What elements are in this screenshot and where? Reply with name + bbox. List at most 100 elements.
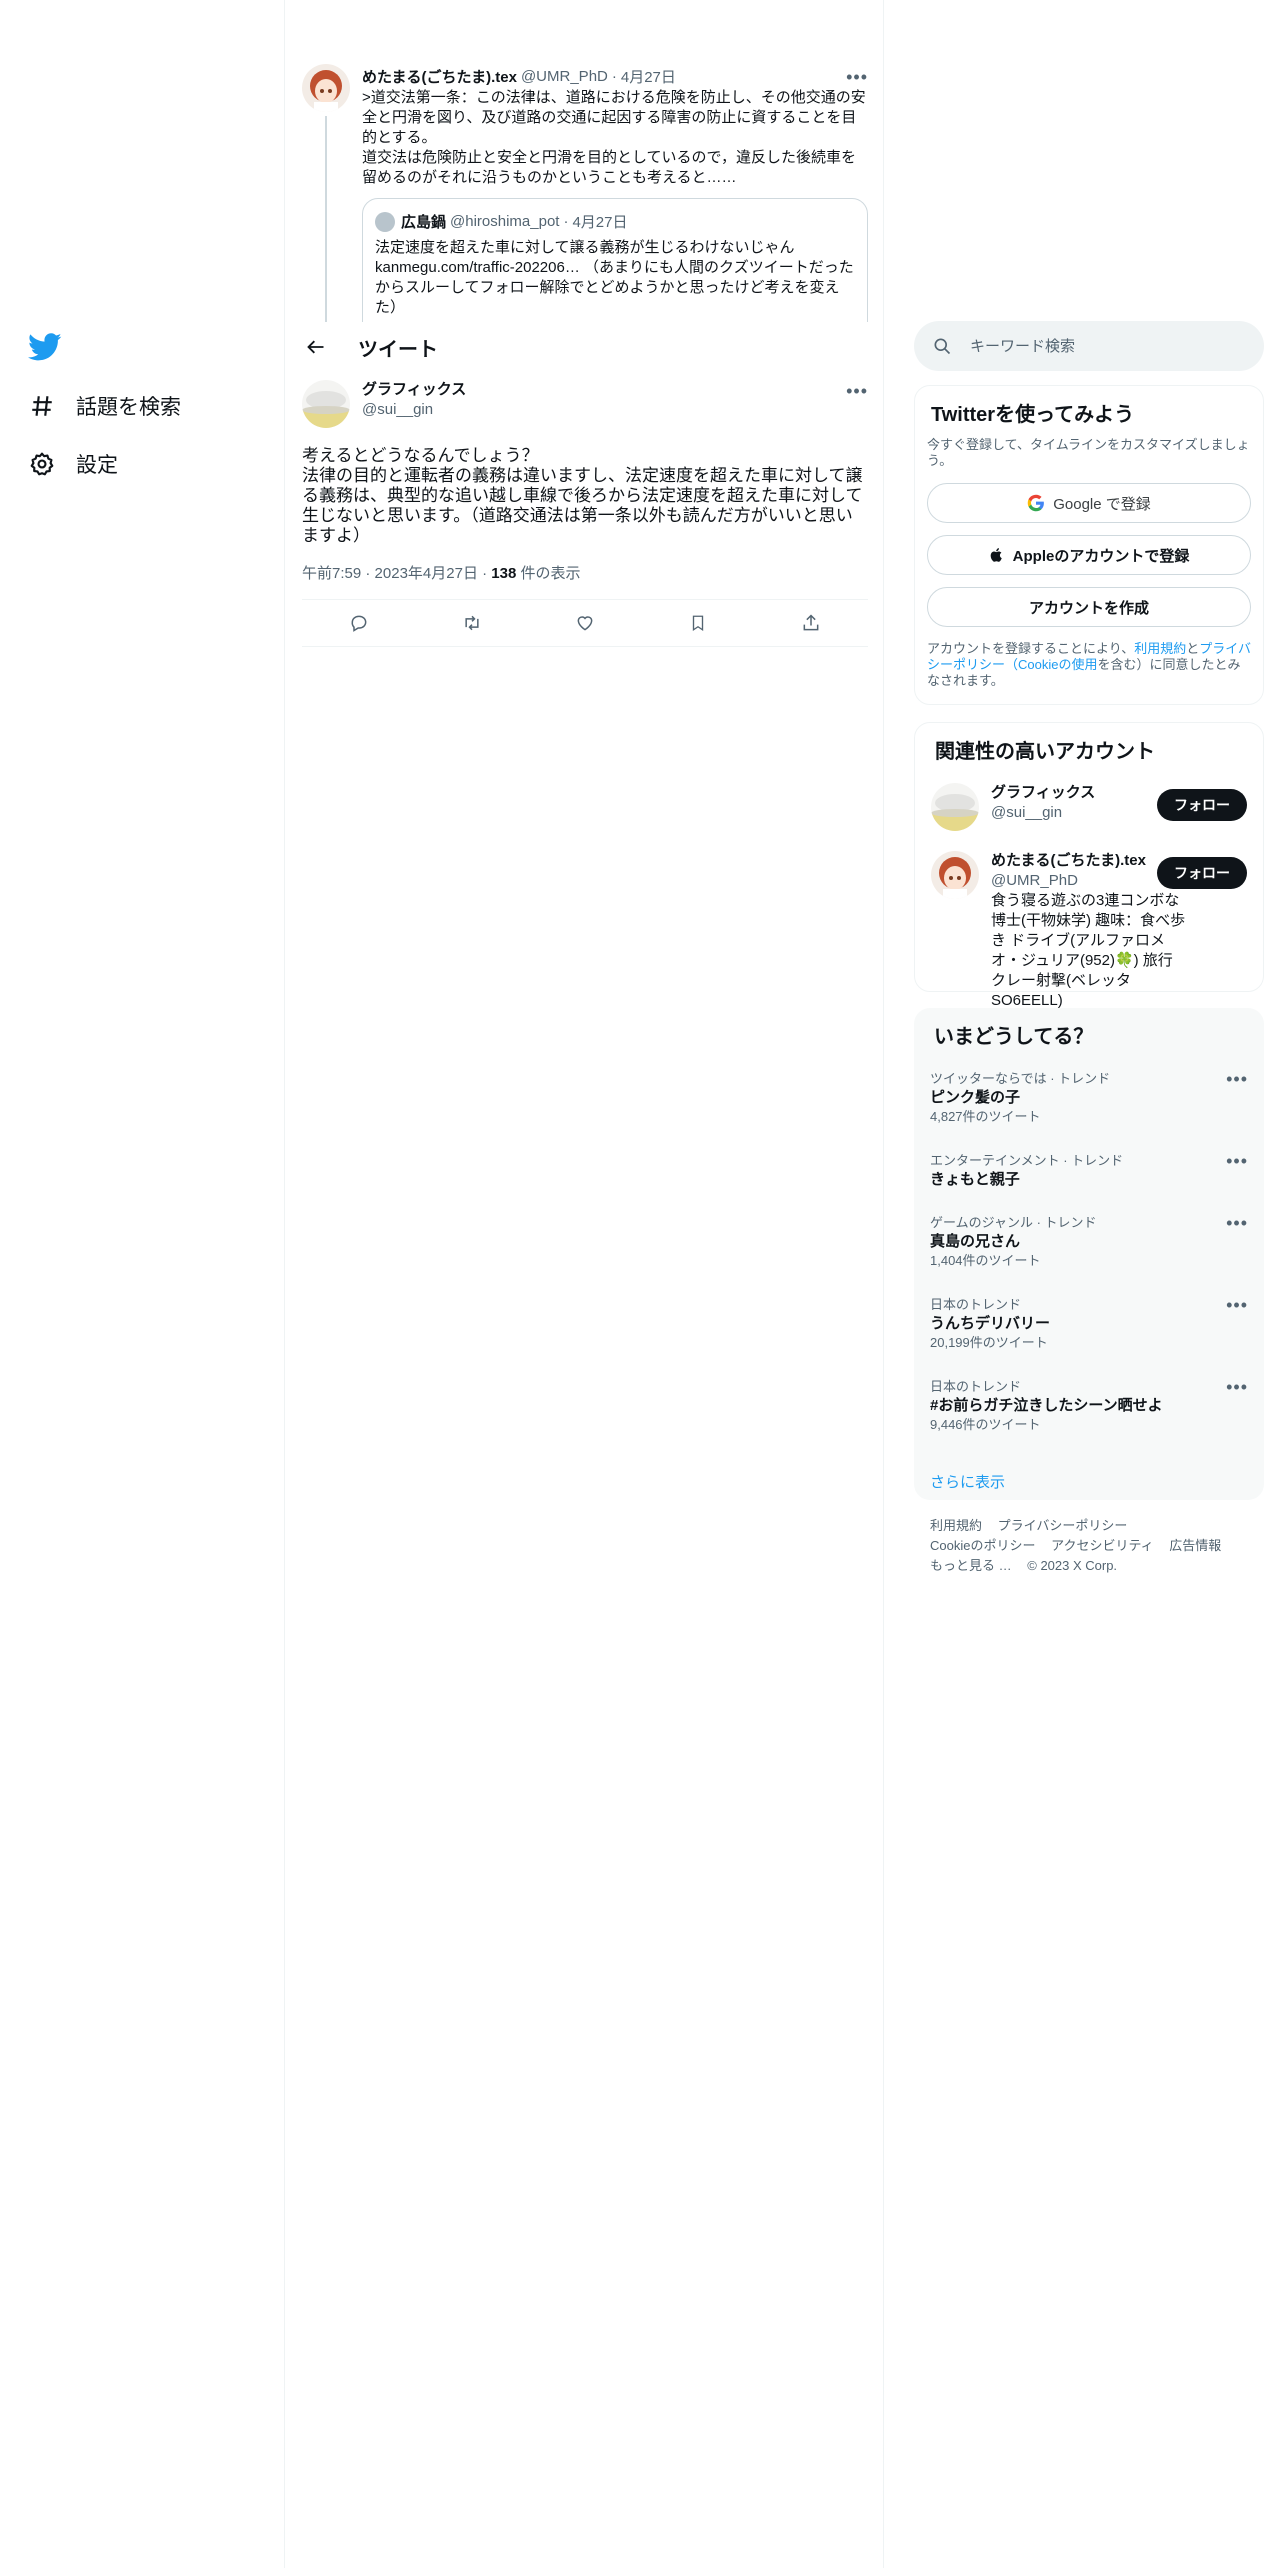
tweet-date[interactable]: 4月27日 [621, 66, 676, 87]
google-signup-button[interactable]: Google で登録 [927, 483, 1251, 523]
show-more-link[interactable]: さらに表示 [930, 1471, 1005, 1492]
trend-name: うんちデリバリー [930, 1315, 1051, 1332]
footer-link-cookies[interactable]: Cookieのポリシー [930, 1538, 1035, 1553]
related-account[interactable]: めたまる(ごちたま).tex @UMR_PhD 食う寝る遊ぶの3連コンボな博士(… [931, 851, 1247, 1011]
trend-context: ゲームのジャンル · トレンド [930, 1215, 1097, 1230]
account-name[interactable]: グラフィックス [991, 784, 1095, 801]
avatar[interactable] [931, 783, 979, 831]
signup-terms: アカウントを登録することにより、利用規約とプライバシーポリシー（Cookieの使… [927, 641, 1251, 689]
apple-signup-label: Appleのアカウントで登録 [1012, 547, 1190, 565]
tweet-actions [302, 599, 868, 647]
account-bio: 食う寝る遊ぶの3連コンボな博士(干物妹学) 趣味：食べ歩き ドライブ(アルファロ… [991, 892, 1186, 1009]
terms-text: アカウントを登録することにより、 [927, 641, 1135, 656]
terms-text: と [1186, 641, 1200, 656]
views-label: 件の表示 [516, 565, 581, 582]
trend-name: きょもと親子 [930, 1171, 1020, 1188]
author-handle[interactable]: @UMR_PhD [521, 68, 608, 85]
footer-link-more[interactable]: もっと見る … [930, 1558, 1012, 1573]
page-title: ツイート [358, 338, 438, 361]
author-name[interactable]: グラフィックス [362, 381, 466, 398]
related-account[interactable]: グラフィックス @sui__gin フォロー [931, 783, 1247, 831]
more-options-icon[interactable]: ••• [846, 382, 868, 400]
trend-item[interactable]: 日本のトレンド #お前らガチ泣きしたシーン晒せよ 9,446件のツイート ••• [930, 1378, 1248, 1434]
more-options-icon[interactable]: ••• [846, 68, 868, 86]
more-options-icon[interactable]: ••• [1226, 1378, 1248, 1396]
nav-explore-label: 話題を検索 [76, 396, 181, 419]
create-account-label: アカウントを作成 [1028, 599, 1149, 617]
avatar [375, 211, 395, 232]
page-header: ツイート [286, 322, 883, 372]
trend-item[interactable]: ゲームのジャンル · トレンド 真島の兄さん 1,404件のツイート ••• [930, 1214, 1248, 1270]
trend-name: ピンク髪の子 [930, 1089, 1021, 1106]
trend-context: エンターテインメント · トレンド [930, 1153, 1124, 1168]
author-handle[interactable]: @sui__gin [362, 400, 466, 420]
tweet-time[interactable]: 午前7:59 [302, 565, 361, 582]
footer-link-privacy[interactable]: プライバシーポリシー [998, 1518, 1128, 1533]
apple-signup-button[interactable]: Appleのアカウントで登録 [927, 535, 1251, 575]
avatar[interactable] [302, 64, 350, 112]
quoted-author-name: 広島鍋 [401, 214, 447, 231]
create-account-button[interactable]: アカウントを作成 [927, 587, 1251, 627]
signup-title: Twitterを使ってみよう [931, 404, 1135, 426]
trends-title: いまどうしてる？ [934, 1026, 1094, 1048]
parent-tweet-header: めたまる(ごちたま).tex @UMR_PhD · 4月27日 ••• [362, 66, 868, 87]
bookmark-icon[interactable] [680, 605, 716, 641]
twitter-bird-icon[interactable] [28, 330, 62, 364]
nav-item-settings[interactable]: 設定 [28, 444, 118, 484]
focused-tweet: グラフィックス @sui__gin ••• 考えるとどうなるんでしょう？ 法律の… [302, 380, 868, 647]
trend-count: 4,827件のツイート [930, 1109, 1041, 1124]
trend-item[interactable]: エンターテインメント · トレンド きょもと親子 ••• [930, 1152, 1248, 1190]
thread-connector-line [325, 116, 327, 322]
copyright: © 2023 X Corp. [1027, 1558, 1118, 1573]
quoted-tweet-header: 広島鍋 @hiroshima_pot · 4月27日 [375, 211, 855, 232]
trend-count: 9,446件のツイート [930, 1417, 1041, 1432]
tweet-date[interactable]: 2023年4月27日 [375, 565, 478, 582]
search-box[interactable] [914, 321, 1264, 371]
tweet-text: 考えるとどうなるんでしょう？ 法律の目的と運転者の義務は違いますし、法定速度を超… [302, 446, 863, 545]
more-options-icon[interactable]: ••• [1226, 1152, 1248, 1170]
back-arrow-icon[interactable] [298, 329, 334, 365]
footer-links: 利用規約 プライバシーポリシー Cookieのポリシー アクセシビリティ 広告情… [930, 1516, 1250, 1576]
share-icon[interactable] [793, 605, 829, 641]
quoted-tweet-text: 法定速度を超えた車に対して譲る義務が生じるわけないじゃん kanmegu.com… [375, 239, 854, 316]
account-name[interactable]: めたまる(ごちたま).tex [991, 852, 1146, 869]
avatar[interactable] [931, 851, 979, 899]
gear-icon [28, 450, 56, 478]
footer-link-accessibility[interactable]: アクセシビリティ [1051, 1538, 1154, 1553]
footer-link-ads-info[interactable]: 広告情報 [1169, 1538, 1221, 1553]
trend-item[interactable]: 日本のトレンド うんちデリバリー 20,199件のツイート ••• [930, 1296, 1248, 1352]
more-options-icon[interactable]: ••• [1226, 1296, 1248, 1314]
more-options-icon[interactable]: ••• [1226, 1214, 1248, 1232]
nav-item-explore[interactable]: 話題を検索 [28, 386, 181, 426]
trend-count: 1,404件のツイート [930, 1253, 1041, 1268]
terms-link[interactable]: 利用規約 [1134, 641, 1186, 656]
related-accounts-card: 関連性の高いアカウント グラフィックス @sui__gin フォロー めたまる(… [914, 722, 1264, 1009]
search-input[interactable] [970, 337, 1230, 355]
nav-settings-label: 設定 [76, 454, 118, 477]
separator-dot: · [611, 68, 617, 85]
reply-icon[interactable] [341, 605, 377, 641]
follow-button[interactable]: フォロー [1157, 789, 1247, 821]
quoted-tweet-date: 4月27日 [572, 214, 628, 231]
parent-tweet-text: >道交法第一条：この法律は、道路における危険を防止し、その他交通の安全と円滑を図… [362, 89, 866, 186]
author-names: グラフィックス @sui__gin [362, 380, 466, 420]
footer-link-terms[interactable]: 利用規約 [930, 1518, 982, 1533]
author-name[interactable]: めたまる(ごちたま).tex [362, 66, 517, 87]
like-heart-icon[interactable] [567, 605, 603, 641]
avatar[interactable] [302, 380, 350, 428]
parent-tweet[interactable]: めたまる(ごちたま).tex @UMR_PhD · 4月27日 ••• >道交法… [286, 60, 884, 322]
tweet-author: グラフィックス @sui__gin ••• [302, 380, 868, 436]
follow-button[interactable]: フォロー [1157, 857, 1247, 889]
retweet-icon[interactable] [454, 605, 490, 641]
google-logo-icon [1027, 494, 1045, 512]
search-icon [934, 338, 951, 355]
trends-card: いまどうしてる？ ツイッターならでは · トレンド ピンク髪の子 4,827件の… [914, 1008, 1264, 1500]
more-options-icon[interactable]: ••• [1226, 1070, 1248, 1088]
trend-item[interactable]: ツイッターならでは · トレンド ピンク髪の子 4,827件のツイート ••• [930, 1070, 1248, 1126]
trend-context: ツイッターならでは · トレンド [930, 1071, 1111, 1086]
trend-name: #お前らガチ泣きしたシーン晒せよ [930, 1397, 1163, 1414]
quoted-tweet[interactable]: 広島鍋 @hiroshima_pot · 4月27日 法定速度を超えた車に対して… [362, 198, 868, 322]
quoted-author-handle: @hiroshima_pot [450, 213, 560, 230]
google-signup-label: Google で登録 [1053, 495, 1151, 513]
trend-context: 日本のトレンド [930, 1379, 1022, 1394]
